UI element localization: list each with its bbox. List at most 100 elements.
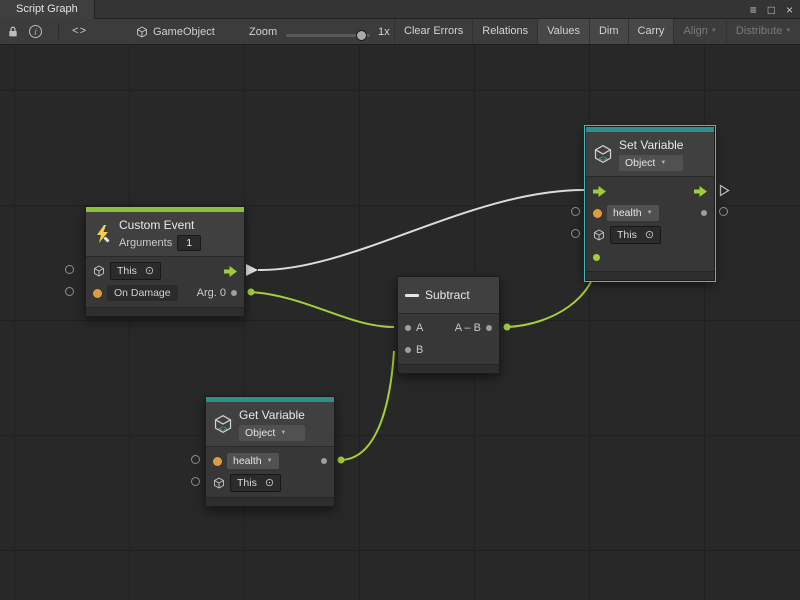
lightning-icon <box>93 224 113 244</box>
align-dropdown[interactable]: Align▼ <box>673 19 725 44</box>
relations-button[interactable]: Relations <box>472 19 537 44</box>
values-toggle[interactable]: Values <box>537 19 589 44</box>
lock-icon[interactable] <box>7 19 19 44</box>
this-object-field[interactable]: This ⊙ <box>230 474 281 492</box>
setvariable-value-out-port[interactable] <box>719 207 728 216</box>
menu-icon[interactable]: ≡ <box>750 4 757 16</box>
object-picker-icon[interactable]: ⊙ <box>645 230 654 241</box>
port-row-flow <box>586 180 714 202</box>
port-row-b: B <box>398 339 499 361</box>
node-subtract[interactable]: Subtract A A – B B <box>397 276 500 374</box>
event-name-port[interactable] <box>93 289 102 298</box>
variable-cube-icon: <> <box>593 144 613 164</box>
scope-value: Object <box>245 427 275 439</box>
value-in-port[interactable] <box>593 254 600 261</box>
tab-script-graph[interactable]: Script Graph <box>0 0 95 19</box>
set-variable-header[interactable]: <> Set Variable Object ▼ <box>586 132 714 177</box>
dim-toggle[interactable]: Dim <box>589 19 628 44</box>
subtract-header[interactable]: Subtract <box>398 277 499 314</box>
wire-flow-customevent-to-setvariable[interactable] <box>258 190 584 270</box>
svg-text:<>: <> <box>218 426 228 434</box>
wire-subtract-to-setvariable[interactable] <box>507 259 597 327</box>
wire-arg0-to-subtract-a[interactable] <box>251 292 394 327</box>
variable-name-port[interactable] <box>593 209 602 218</box>
variable-name-dropdown[interactable]: health ▼ <box>227 453 279 469</box>
subtract-icon <box>405 294 419 297</box>
chevron-down-icon: ▼ <box>785 28 791 34</box>
custom-event-header[interactable]: Custom Event Arguments 1 <box>86 212 244 257</box>
port-row-name: health ▼ <box>586 202 714 224</box>
variable-name-port[interactable] <box>213 457 222 466</box>
this-object-field[interactable]: This ⊙ <box>110 262 161 280</box>
cube-icon <box>93 265 105 277</box>
wire-getvariable-start-port[interactable] <box>338 457 345 464</box>
setvariable-flow-out-port[interactable] <box>719 184 730 202</box>
graph-canvas[interactable]: Custom Event Arguments 1 This ⊙ <box>0 45 800 600</box>
flow-in-port[interactable] <box>593 186 606 197</box>
node-footer <box>586 271 714 280</box>
wire-getvariable-to-subtract-b[interactable] <box>341 351 394 460</box>
this-object-field[interactable]: This ⊙ <box>610 226 661 244</box>
variable-name-value: health <box>233 455 262 467</box>
value-out-port[interactable] <box>321 458 327 464</box>
customevent-ondamage-input-port[interactable] <box>65 287 74 296</box>
port-row-on-damage: On Damage Arg. 0 <box>86 282 244 304</box>
getvariable-this-input-port[interactable] <box>191 477 200 486</box>
input-b-label: B <box>416 344 423 356</box>
wire-subtract-start-port[interactable] <box>504 324 511 331</box>
arg0-out-port[interactable] <box>231 290 237 296</box>
tab-label: Script Graph <box>16 3 78 15</box>
variable-name-value: health <box>613 207 642 219</box>
node-footer <box>398 364 499 373</box>
distribute-dropdown[interactable]: Distribute▼ <box>726 19 800 44</box>
get-variable-header[interactable]: <> Get Variable Object ▼ <box>206 402 334 447</box>
code-toggle[interactable]: <> <box>72 19 87 44</box>
flow-out-port[interactable] <box>224 266 237 277</box>
flow-out-port[interactable] <box>694 186 707 197</box>
input-b-port[interactable] <box>405 347 411 353</box>
node-title: Subtract <box>425 288 470 302</box>
this-value: This <box>117 264 137 278</box>
object-picker-icon[interactable]: ⊙ <box>145 266 154 277</box>
output-label: A – B <box>455 322 481 334</box>
port-row-a: A A – B <box>398 317 499 339</box>
port-row-this: This ⊙ <box>86 260 244 282</box>
scope-dropdown[interactable]: Object ▼ <box>239 425 305 441</box>
node-get-variable[interactable]: <> Get Variable Object ▼ health ▼ <box>205 396 335 507</box>
node-set-variable[interactable]: <> Set Variable Object ▼ <box>585 126 715 281</box>
scope-dropdown[interactable]: Object ▼ <box>619 155 683 171</box>
titlebar: Script Graph ≡ □ × <box>0 0 800 19</box>
setvariable-this-input-port[interactable] <box>571 229 580 238</box>
port-row-this: This ⊙ <box>206 472 334 494</box>
cube-icon <box>593 229 605 241</box>
node-custom-event[interactable]: Custom Event Arguments 1 This ⊙ <box>85 206 245 317</box>
output-port[interactable] <box>486 325 492 331</box>
variable-name-dropdown[interactable]: health ▼ <box>607 205 659 221</box>
gameobject-selector[interactable]: GameObject <box>136 19 215 44</box>
svg-text:<>: <> <box>598 156 608 164</box>
zoom-label: Zoom <box>249 19 277 44</box>
carry-toggle[interactable]: Carry <box>628 19 674 44</box>
maximize-icon[interactable]: □ <box>768 4 775 16</box>
arguments-input[interactable]: 1 <box>177 235 201 251</box>
this-value: This <box>617 228 637 242</box>
input-a-port[interactable] <box>405 325 411 331</box>
object-picker-icon[interactable]: ⊙ <box>265 478 274 489</box>
clear-errors-button[interactable]: Clear Errors <box>394 19 472 44</box>
gameobject-label: GameObject <box>153 26 215 38</box>
event-name-box[interactable]: On Damage <box>107 285 178 301</box>
zoom-handle[interactable] <box>356 30 367 41</box>
info-icon[interactable]: i <box>29 19 42 44</box>
close-icon[interactable]: × <box>786 4 793 16</box>
toolbar-separator <box>58 24 59 39</box>
value-out-port[interactable] <box>701 210 707 216</box>
arguments-label: Arguments <box>119 237 172 249</box>
getvariable-name-input-port[interactable] <box>191 455 200 464</box>
zoom-slider[interactable] <box>286 34 370 37</box>
wire-arg0-start-port[interactable] <box>248 289 255 296</box>
subtract-body: A A – B B <box>398 314 499 364</box>
setvariable-name-input-port[interactable] <box>571 207 580 216</box>
cube-icon <box>213 477 225 489</box>
customevent-this-input-port[interactable] <box>65 265 74 274</box>
toolbar-buttons: Clear Errors Relations Values Dim Carry … <box>394 19 800 44</box>
